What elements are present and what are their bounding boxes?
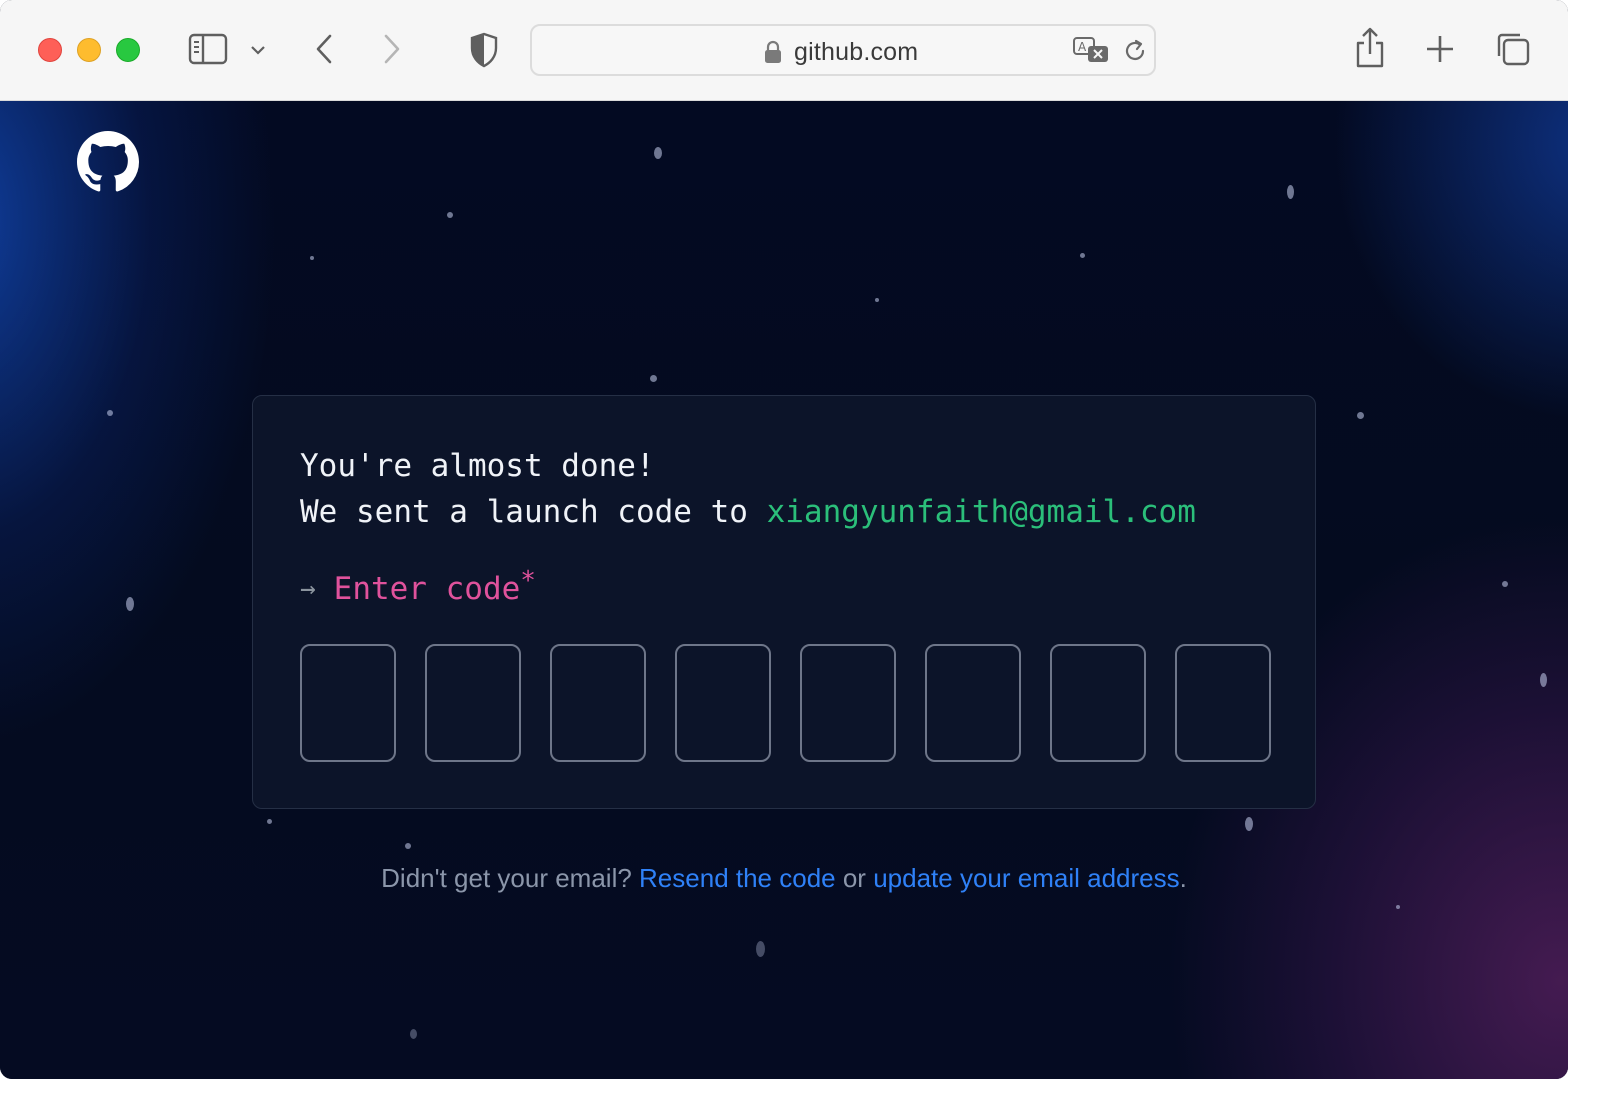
required-asterisk: * (520, 566, 536, 596)
resend-prefix-text: Didn't get your email? (381, 863, 640, 893)
reload-icon[interactable] (1122, 38, 1148, 69)
zoom-window-button[interactable] (116, 38, 140, 62)
lock-icon (764, 40, 782, 69)
svg-text:A: A (1078, 40, 1087, 54)
star-decoration (410, 1029, 417, 1039)
enter-code-label: Enter code (333, 571, 521, 607)
star-decoration (1245, 817, 1253, 831)
code-digit-3[interactable] (550, 644, 646, 762)
star-decoration (310, 256, 314, 260)
code-digit-7[interactable] (1050, 644, 1146, 762)
code-digit-6[interactable] (925, 644, 1021, 762)
forward-arrow-icon[interactable] (378, 32, 406, 66)
tab-group-chevron-down-icon[interactable] (248, 40, 268, 60)
prompt-arrow-icon: → (300, 574, 316, 604)
code-digit-4[interactable] (675, 644, 771, 762)
star-decoration (875, 298, 879, 302)
almost-done-heading: You're almost done! (300, 448, 655, 484)
verification-card: You're almost done! We sent a launch cod… (252, 395, 1316, 809)
translate-icon[interactable]: A (1072, 36, 1110, 71)
star-decoration (107, 410, 113, 416)
browser-window: github.com A You're almost done! We sent… (0, 0, 1568, 1079)
privacy-shield-icon[interactable] (468, 31, 500, 69)
back-arrow-icon[interactable] (310, 32, 338, 66)
star-decoration (1357, 412, 1364, 419)
new-tab-plus-icon[interactable] (1424, 33, 1456, 65)
sidebar-toggle-icon[interactable] (187, 32, 229, 66)
close-window-button[interactable] (38, 38, 62, 62)
github-verify-page: You're almost done! We sent a launch cod… (0, 101, 1568, 1079)
resend-middle-text: or (835, 863, 874, 893)
email-address: xiangyunfaith@gmail.com (766, 494, 1196, 530)
star-decoration (654, 147, 662, 159)
code-digit-8[interactable] (1175, 644, 1271, 762)
star-decoration (1287, 185, 1294, 199)
github-logo-icon[interactable] (77, 131, 139, 193)
star-decoration (1540, 673, 1547, 687)
update-email-link[interactable]: update your email address (873, 863, 1179, 893)
star-decoration (650, 375, 657, 382)
address-bar[interactable]: github.com A (530, 24, 1156, 76)
code-digit-1[interactable] (300, 644, 396, 762)
minimize-window-button[interactable] (77, 38, 101, 62)
resend-code-link[interactable]: Resend the code (639, 863, 836, 893)
star-decoration (1080, 253, 1085, 258)
star-decoration (447, 212, 453, 218)
star-decoration (126, 597, 134, 611)
resend-suffix-text: . (1179, 863, 1187, 893)
star-decoration (1502, 581, 1508, 587)
browser-toolbar: github.com A (0, 0, 1568, 101)
star-decoration (1396, 905, 1400, 909)
resend-note: Didn't get your email? Resend the code o… (0, 863, 1568, 894)
tab-overview-icon[interactable] (1494, 30, 1532, 68)
star-decoration (756, 941, 765, 957)
star-decoration (267, 819, 272, 824)
enter-code-prompt: → Enter code * (300, 566, 536, 607)
code-digit-2[interactable] (425, 644, 521, 762)
launch-code-inputs (300, 644, 1271, 762)
share-icon[interactable] (1352, 26, 1388, 70)
code-digit-5[interactable] (800, 644, 896, 762)
star-decoration (405, 843, 411, 849)
url-text: github.com (794, 38, 919, 66)
sent-prefix-text: We sent a launch code to (300, 494, 767, 530)
launch-code-message: We sent a launch code to xiangyunfaith@g… (300, 494, 1196, 530)
